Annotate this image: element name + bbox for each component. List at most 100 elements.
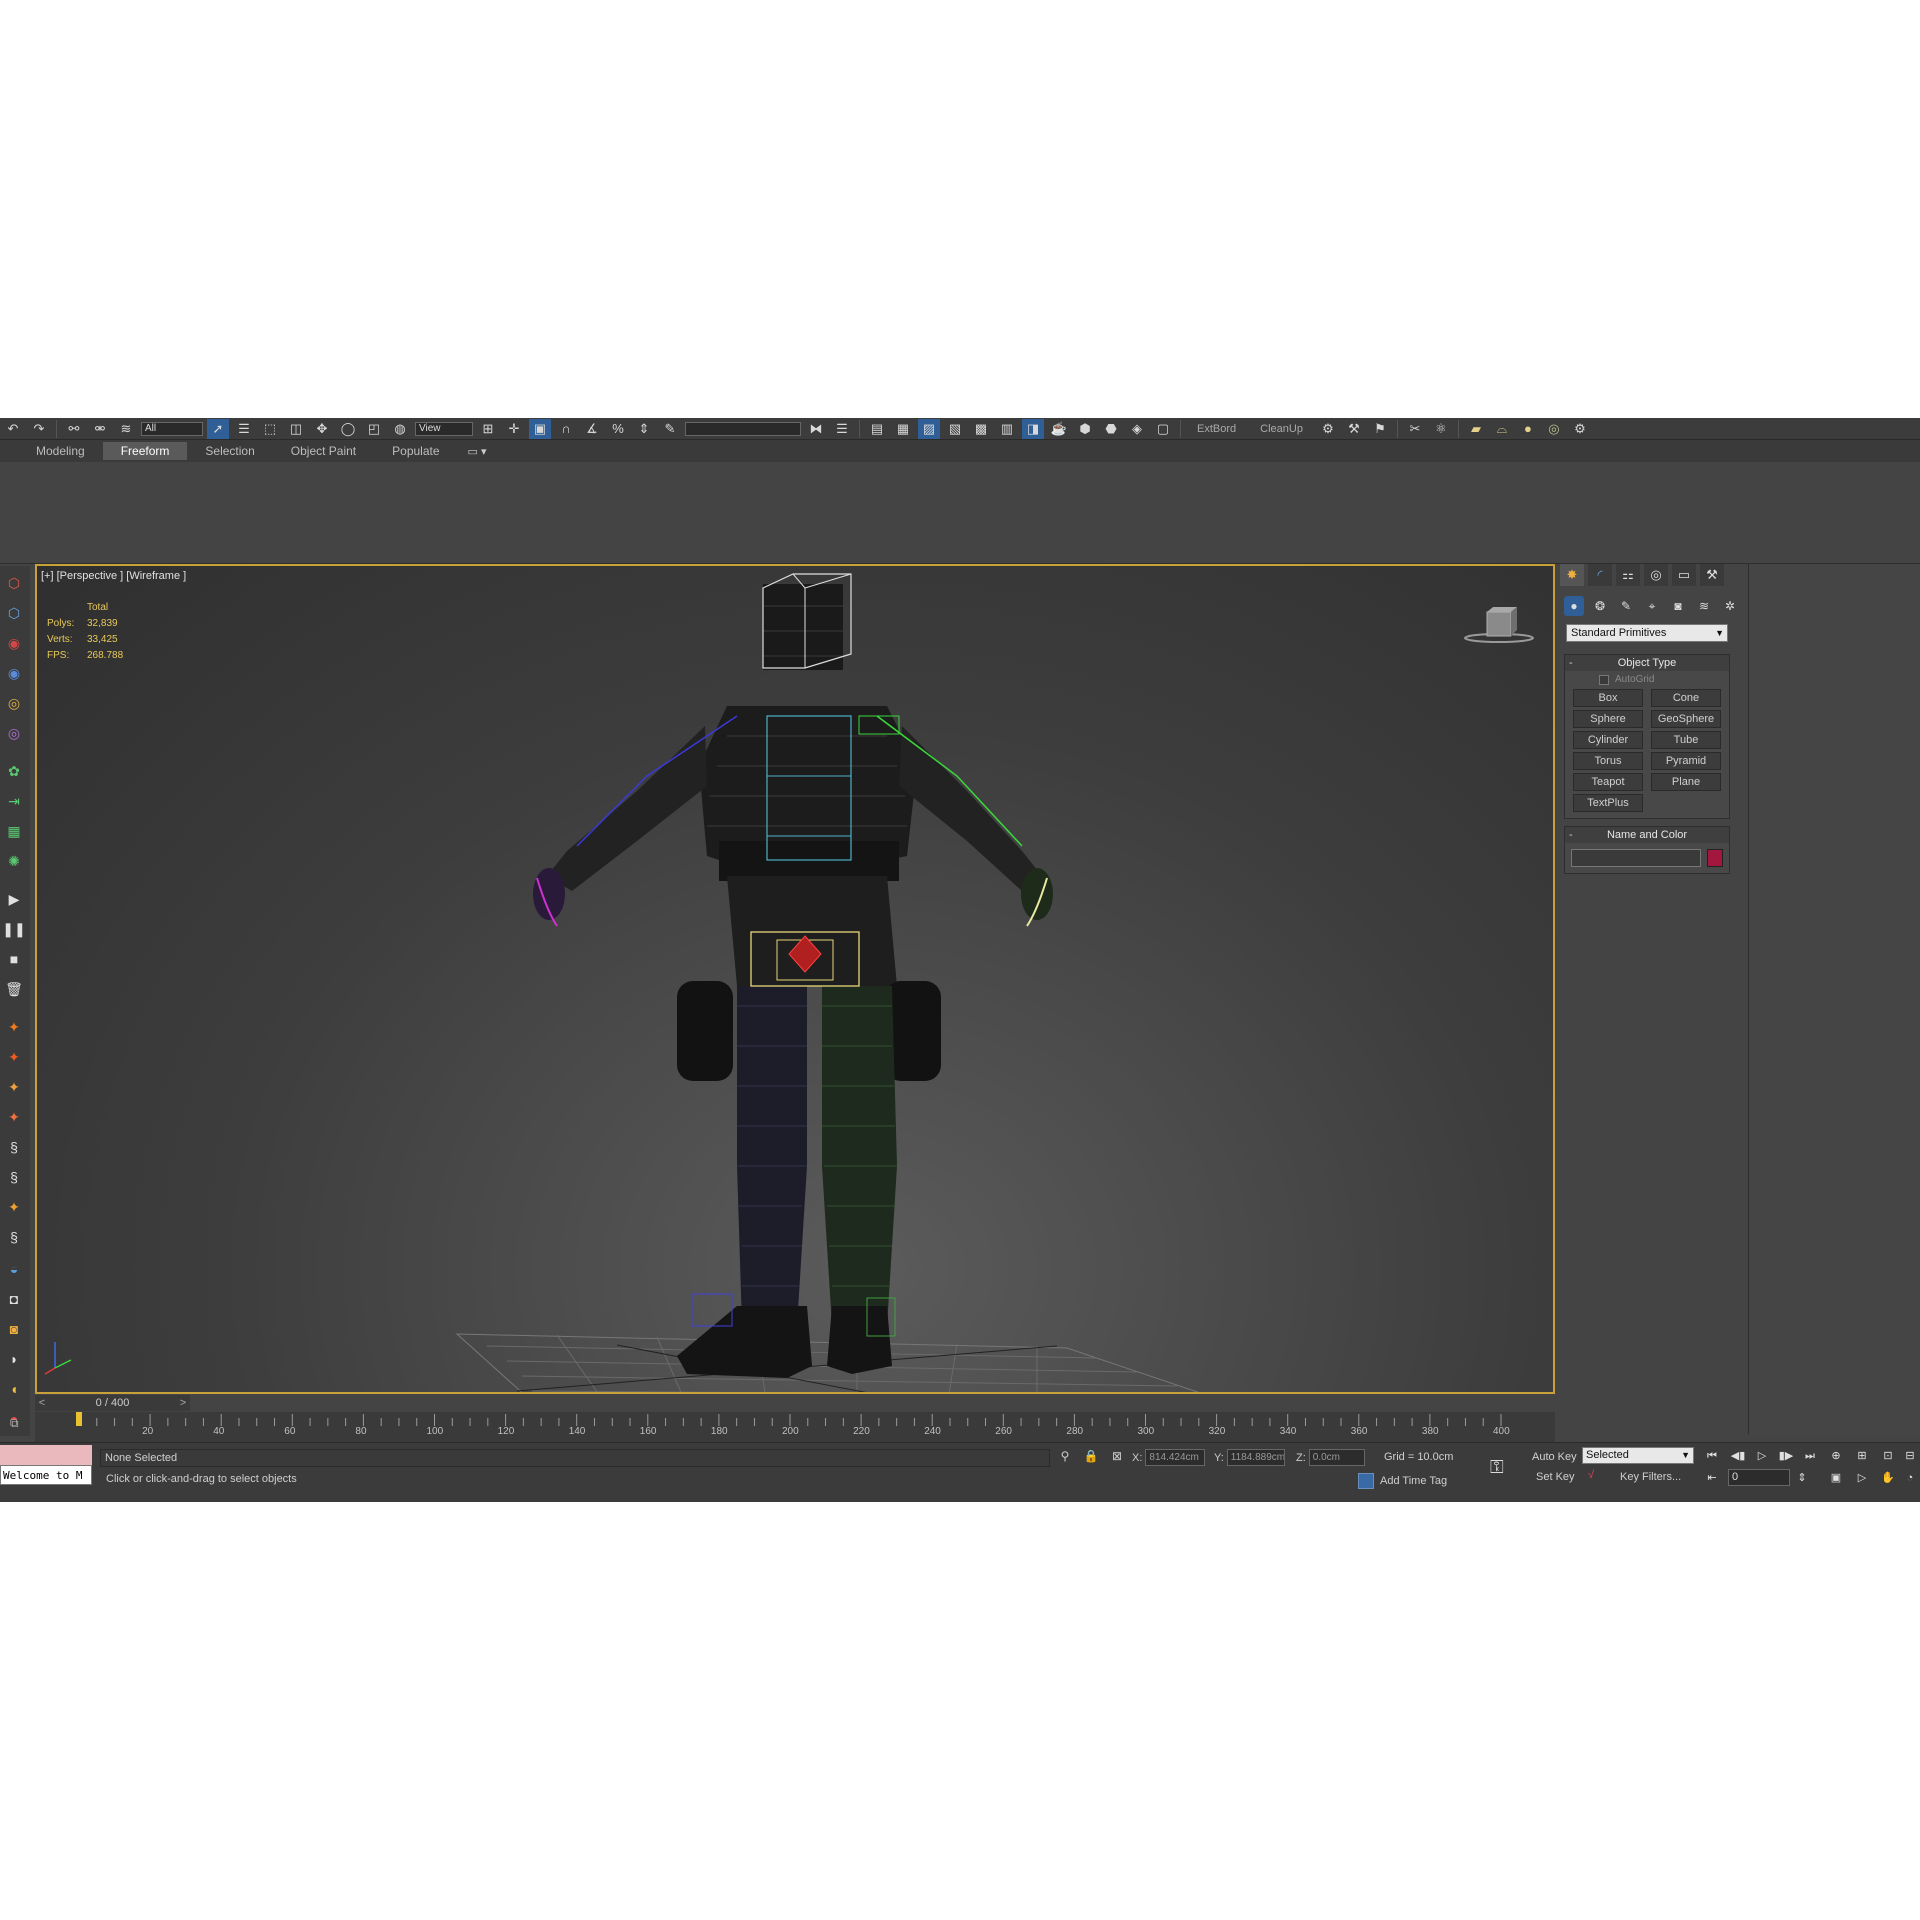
rotate-icon[interactable]: ◯ [337, 419, 359, 439]
modifier-icon-2[interactable]: ⇥ [3, 790, 25, 812]
render-online-icon[interactable]: ⬣ [1100, 419, 1122, 439]
zoom-extents-all-icon[interactable]: ⊟ [1900, 1447, 1920, 1465]
rect-selection-icon[interactable]: ⬚ [259, 419, 281, 439]
script-tool-icon-4[interactable]: ✂ [1404, 419, 1426, 439]
current-frame-field[interactable]: 0 [1728, 1469, 1790, 1486]
torus-button[interactable]: Torus [1573, 752, 1643, 770]
move-icon[interactable]: ✥ [311, 419, 333, 439]
tab-object-paint[interactable]: Object Paint [273, 442, 374, 460]
name-and-color-header[interactable]: - Name and Color [1565, 827, 1729, 843]
key-mode-dropdown[interactable]: Selected ▼ [1582, 1447, 1694, 1464]
script-tool-icon-5[interactable]: ⚛ [1430, 419, 1452, 439]
hierarchy-tab-icon[interactable]: ⚏ [1616, 564, 1640, 586]
key-icon[interactable]: ⚿ [1490, 1457, 1504, 1478]
motion-tab-icon[interactable]: ◎ [1644, 564, 1668, 586]
create-cylinder-icon[interactable]: ⬡ [3, 602, 25, 624]
pan-view-icon[interactable]: ✋ [1878, 1469, 1898, 1487]
maxscript-input[interactable]: Welcome to M [0, 1465, 92, 1485]
script-tool-icon-2[interactable]: ⚒ [1343, 419, 1365, 439]
hat-icon[interactable]: ⌓ [1491, 419, 1513, 439]
render-activeshade-icon[interactable]: ◈ [1126, 419, 1148, 439]
sphere-button[interactable]: Sphere [1573, 710, 1643, 728]
autogrid-checkbox[interactable]: AutoGrid [1565, 674, 1729, 685]
object-color-swatch[interactable] [1707, 849, 1723, 867]
create-box-icon[interactable]: ⬡ [3, 572, 25, 594]
pour-icon[interactable]: ◖ [3, 1378, 25, 1400]
play-icon[interactable]: ▶ [3, 888, 25, 910]
time-tag-icon[interactable] [1358, 1473, 1374, 1489]
zoom-all-icon[interactable]: ⊞ [1852, 1447, 1872, 1465]
mirror-icon[interactable]: ⧓ [805, 419, 827, 439]
character-model[interactable] [533, 573, 1053, 1378]
undo-icon[interactable]: ↶ [2, 419, 24, 439]
primitive-category-dropdown[interactable]: Standard Primitives ▼ [1566, 624, 1728, 642]
fire-icon-3[interactable]: ✦ [3, 1076, 25, 1098]
play-animation-icon[interactable]: ▷ [1752, 1447, 1772, 1465]
isolate-icon[interactable]: ⚲ [1056, 1449, 1074, 1467]
checkbox-icon[interactable] [1599, 674, 1609, 685]
schematic-view-icon[interactable]: ▧ [944, 419, 966, 439]
create-knot-icon[interactable]: ◎ [3, 722, 25, 744]
gear-icon[interactable]: ⚙ [1569, 419, 1591, 439]
maxscript-listener[interactable]: Welcome to M [0, 1445, 92, 1491]
script-tool-icon-3[interactable]: ⚑ [1369, 419, 1391, 439]
smoke-icon-3[interactable]: § [3, 1226, 25, 1248]
pyramid-button[interactable]: Pyramid [1651, 752, 1721, 770]
liquid-icon[interactable]: ◒ [3, 1258, 25, 1280]
previous-frame-icon[interactable]: ◀▮ [1728, 1447, 1748, 1465]
pause-icon[interactable]: ❚❚ [2, 918, 25, 940]
object-name-input[interactable] [1571, 849, 1701, 867]
helpers-icon[interactable]: ◙ [1668, 596, 1688, 616]
time-slider[interactable]: < 0 / 400 > [35, 1395, 190, 1411]
toggle-ribbon-icon[interactable]: ▦ [892, 419, 914, 439]
bucket-icon[interactable]: ◘ [3, 1288, 25, 1310]
smoke-icon-1[interactable]: § [3, 1136, 25, 1158]
target-icon[interactable]: ◎ [1543, 419, 1565, 439]
fire-icon-2[interactable]: ✦ [3, 1046, 25, 1068]
edit-named-selection-icon[interactable]: ✎ [659, 419, 681, 439]
select-by-name-icon[interactable]: ☰ [233, 419, 255, 439]
stop-icon[interactable]: ■ [3, 948, 25, 970]
key-mode-toggle-icon[interactable]: ⇤ [1702, 1469, 1722, 1487]
selection-filter-dropdown[interactable]: All [141, 421, 203, 436]
spinner-snap-icon[interactable]: ⇕ [633, 419, 655, 439]
geosphere-button[interactable]: GeoSphere [1651, 710, 1721, 728]
current-frame-marker[interactable] [76, 1412, 82, 1426]
set-key-button[interactable]: Set Key [1536, 1471, 1575, 1483]
bind-space-warp-icon[interactable]: ≋ [115, 419, 137, 439]
transform-mode-icon[interactable]: ⊠ [1108, 1449, 1126, 1467]
fire-icon-4[interactable]: ✦ [3, 1106, 25, 1128]
tab-modeling[interactable]: Modeling [18, 442, 103, 460]
pivot-center-icon[interactable]: ⊞ [477, 419, 499, 439]
script-tool-icon-1[interactable]: ⚙ [1317, 419, 1339, 439]
create-teapot-icon[interactable]: ◉ [3, 662, 25, 684]
create-torus-icon[interactable]: ◎ [3, 692, 25, 714]
percent-snap-icon[interactable]: % [607, 419, 629, 439]
viewport-label[interactable]: [+] [Perspective ] [Wireframe ] [41, 570, 186, 582]
fire-icon-1[interactable]: ✦ [3, 1016, 25, 1038]
systems-icon[interactable]: ✲ [1720, 596, 1740, 616]
render-production-icon[interactable]: ☕ [1048, 419, 1070, 439]
cone-button[interactable]: Cone [1651, 689, 1721, 707]
keyboard-shortcut-icon[interactable]: ▣ [529, 418, 551, 439]
space-warps-icon[interactable]: ≋ [1694, 596, 1714, 616]
utilities-tab-icon[interactable]: ⚒ [1700, 564, 1724, 586]
maxscript-output[interactable] [0, 1445, 92, 1465]
window-crossing-icon[interactable]: ◫ [285, 419, 307, 439]
prev-frame-button[interactable]: < [35, 1397, 49, 1409]
curve-editor-icon[interactable]: ▨ [918, 418, 940, 439]
redo-icon[interactable]: ↷ [28, 419, 50, 439]
lights-icon[interactable]: ✎ [1616, 596, 1636, 616]
create-tab-icon[interactable]: ✸ [1560, 564, 1584, 586]
go-to-start-icon[interactable]: ⏮ [1702, 1447, 1722, 1465]
timeline-track[interactable]: 20 40 60 80 100 120 140 160 180 200 220 240 260 280 30… [35, 1412, 1555, 1442]
textplus-button[interactable]: TextPlus [1573, 794, 1643, 812]
coin-icon[interactable]: ● [1517, 419, 1539, 439]
render-iterative-icon[interactable]: ⬢ [1074, 419, 1096, 439]
select-object-icon[interactable]: ➚ [207, 418, 229, 439]
viewcube[interactable] [1463, 604, 1535, 644]
frame-spinner-icon[interactable]: ⇕ [1792, 1469, 1812, 1487]
beer-icon[interactable]: ◙ [3, 1318, 25, 1340]
key-filters-button[interactable]: Key Filters... [1620, 1471, 1681, 1483]
link-icon[interactable]: ⚯ [63, 419, 85, 439]
